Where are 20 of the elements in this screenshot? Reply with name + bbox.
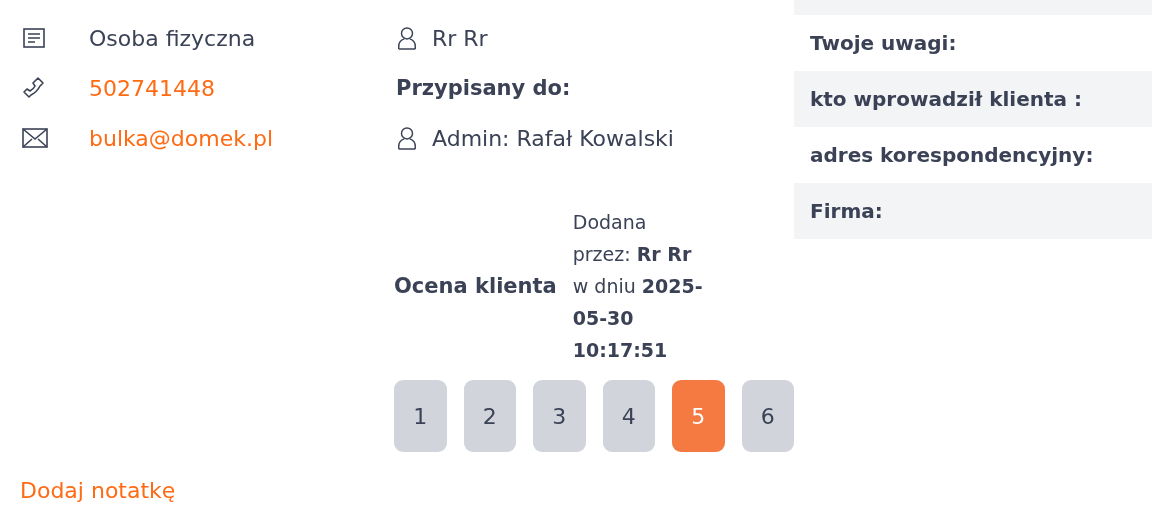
rating-title: Ocena klienta — [394, 274, 557, 298]
rating-option[interactable]: 2 — [463, 380, 516, 452]
detail-row-text: Twoje uwagi: — [809, 30, 958, 57]
user-icon — [396, 26, 418, 50]
rating-option[interactable]: 6 — [741, 380, 794, 452]
detail-row: Firma: — [794, 183, 1152, 239]
client-type: Osoba fizyczna — [89, 25, 256, 51]
rating-option[interactable]: 4 — [602, 380, 655, 452]
user-icon — [396, 126, 418, 150]
detail-row-text: adres korespondencyjny: — [809, 142, 1095, 169]
phone-icon — [22, 76, 46, 100]
assigned-label: Przypisany do: — [396, 76, 571, 100]
assigned-name: Admin: Rafał Kowalski — [432, 125, 674, 151]
rating-option[interactable]: 3 — [533, 380, 586, 452]
rating-info: Dodana przez: Rr Rr w dniu 2025-05-30 10:17:51 — [572, 210, 704, 363]
document-icon — [22, 26, 46, 50]
detail-row: kto wprowadził klienta : — [794, 71, 1152, 127]
owner-name: Rr Rr — [432, 25, 488, 51]
envelope-icon — [22, 128, 48, 148]
rating-option[interactable]: 1 — [394, 380, 447, 452]
